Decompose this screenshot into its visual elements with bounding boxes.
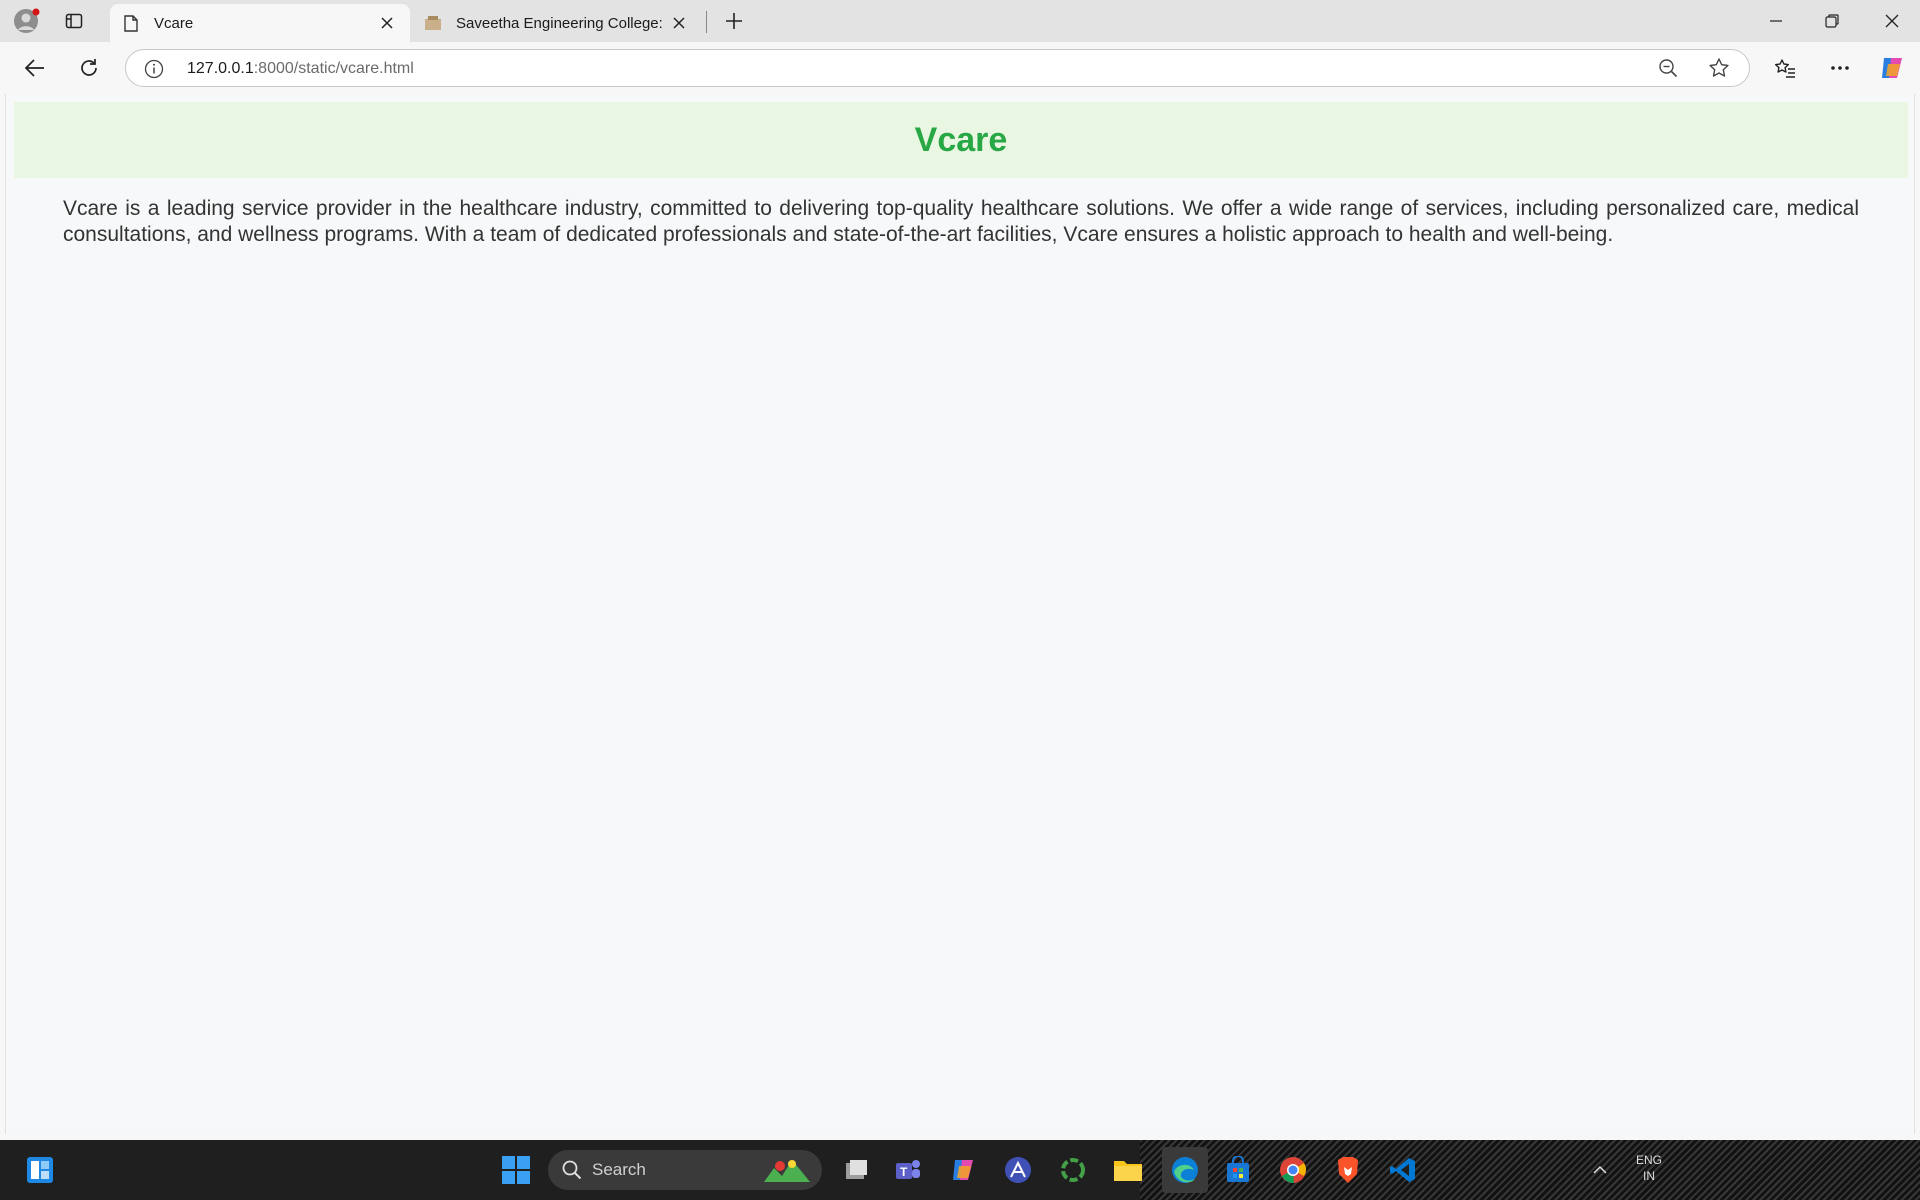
page-icon [122,14,140,32]
close-icon[interactable] [668,12,690,34]
tab-actions-icon[interactable] [57,4,91,38]
copilot-app-icon[interactable] [943,1150,983,1190]
taskbar: Search T ENG IN [0,1140,1920,1200]
page-viewport: Vcare Vcare is a leading service provide… [5,94,1915,1134]
favorite-star-icon[interactable] [1708,57,1730,84]
restore-button[interactable] [1804,0,1860,42]
close-icon[interactable] [376,12,398,34]
taskbar-search[interactable]: Search [548,1150,822,1190]
url-path: :8000/static/vcare.html [253,60,414,77]
url-text: 127.0.0.1:8000/static/vcare.html [187,60,414,78]
tab-vcare[interactable]: Vcare [110,4,410,42]
widgets-icon[interactable] [20,1150,60,1190]
teams-icon[interactable]: T [888,1150,928,1190]
language-label: ENG [1636,1153,1663,1167]
tab-title: Vcare [154,14,194,32]
copilot-icon[interactable] [1874,50,1910,86]
address-bar[interactable]: 127.0.0.1:8000/static/vcare.html [125,49,1750,87]
chevron-up-icon[interactable] [1580,1150,1620,1190]
back-button[interactable] [17,50,53,86]
browser-toolbar: 127.0.0.1:8000/static/vcare.html [0,42,1920,94]
tab-title: Saveetha Engineering College: Lo [456,14,668,32]
chrome-icon[interactable] [1273,1150,1313,1190]
close-window-button[interactable] [1864,0,1920,42]
tab-divider [706,11,707,33]
profile-icon[interactable] [10,4,44,38]
region-label: IN [1643,1169,1655,1183]
page-description: Vcare is a leading service provider in t… [63,197,1859,246]
search-icon [562,1160,582,1180]
store-icon[interactable] [1218,1150,1258,1190]
edge-icon[interactable] [1162,1147,1208,1193]
page-title: Vcare [914,120,1008,159]
reload-button[interactable] [71,50,107,86]
task-view-icon[interactable] [836,1150,876,1190]
search-highlight-icon [762,1156,812,1189]
app-a-icon[interactable] [998,1150,1038,1190]
tab-saveetha[interactable]: Saveetha Engineering College: Lo [412,4,702,42]
new-tab-button[interactable] [716,4,752,38]
more-options-icon[interactable] [1822,50,1858,86]
search-label: Search [592,1160,646,1179]
page-header: Vcare [14,102,1908,178]
site-info-icon[interactable] [144,59,164,84]
college-icon [424,14,442,32]
language-indicator[interactable]: ENG IN [1636,1152,1662,1184]
svg-text:T: T [900,1165,908,1179]
vscode-icon[interactable] [1383,1150,1423,1190]
tab-strip: Vcare Saveetha Engineering College: Lo [0,0,1920,42]
start-icon[interactable] [496,1150,536,1190]
favorites-icon[interactable] [1767,50,1803,86]
zoom-out-icon[interactable] [1658,58,1678,83]
brave-icon[interactable] [1328,1150,1368,1190]
ring-app-icon[interactable] [1053,1150,1093,1190]
minimize-button[interactable] [1748,0,1804,42]
file-explorer-icon[interactable] [1108,1150,1148,1190]
url-host: 127.0.0.1 [187,60,254,77]
